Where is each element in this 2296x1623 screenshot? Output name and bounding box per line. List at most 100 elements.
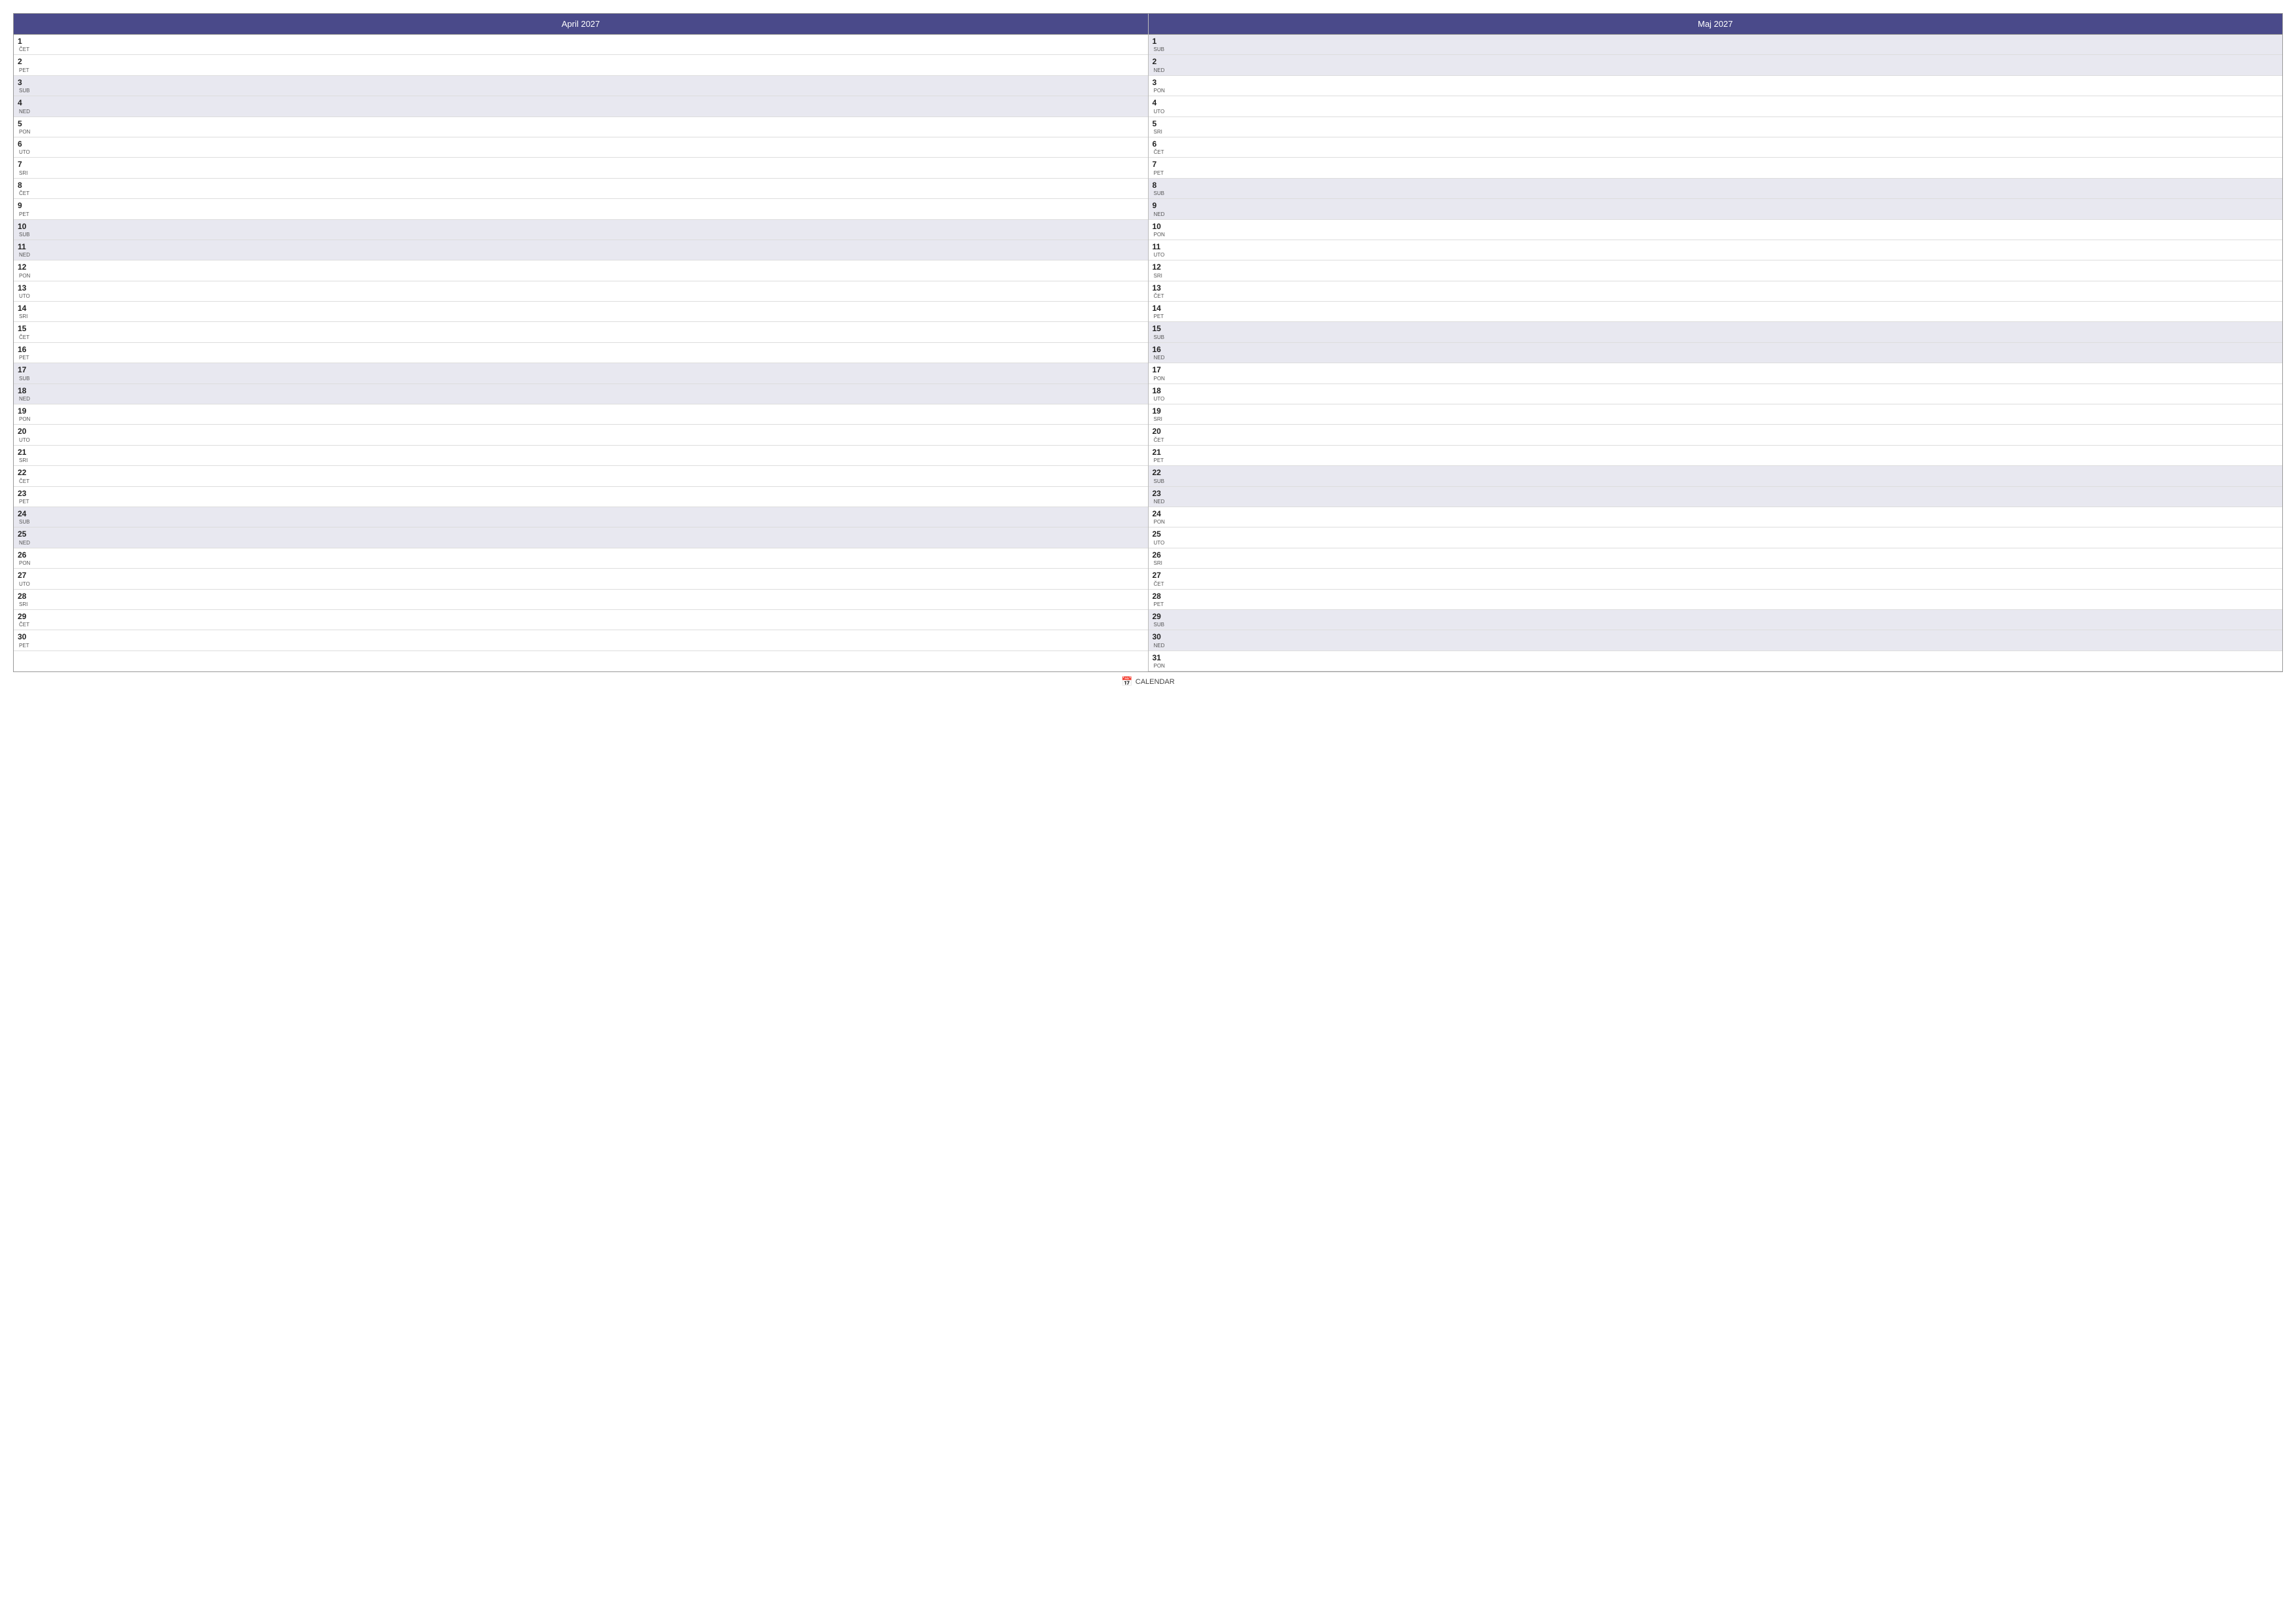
day-number: 5: [18, 119, 31, 128]
day-number: 3: [1153, 78, 1166, 87]
day-info: 28SRI: [18, 592, 31, 607]
day-name: PET: [19, 355, 31, 361]
day-number: 9: [1153, 201, 1166, 210]
day-row: 18UTO: [1149, 384, 2283, 404]
day-number: 16: [1153, 345, 1166, 354]
day-info: 29ČET: [18, 612, 31, 628]
day-name: UTO: [1154, 396, 1166, 402]
day-number: 14: [18, 304, 31, 313]
day-info: 20ČET: [1153, 427, 1166, 442]
day-name: PET: [1154, 457, 1166, 463]
day-name: ČET: [1154, 293, 1166, 299]
day-name: UTO: [19, 293, 31, 299]
day-info: 15SUB: [1153, 324, 1166, 340]
day-row: 2NED: [1149, 55, 2283, 75]
day-row: 1ČET: [14, 35, 1148, 55]
day-name: ČET: [1154, 437, 1166, 443]
day-number: 17: [1153, 365, 1166, 374]
day-number: 6: [1153, 139, 1166, 149]
day-row: 25UTO: [1149, 527, 2283, 548]
day-name: SRI: [1154, 129, 1166, 135]
day-number: 28: [1153, 592, 1166, 601]
month-col-may-2027: Maj 20271SUB2NED3PON4UTO5SRI6ČET7PET8SUB…: [1149, 14, 2283, 671]
day-info: 6UTO: [18, 139, 31, 155]
day-info: 27UTO: [18, 571, 31, 586]
day-number: 22: [18, 468, 31, 477]
day-number: 7: [18, 160, 31, 169]
day-row: 7PET: [1149, 158, 2283, 178]
day-info: 26PON: [18, 550, 31, 566]
day-number: 5: [1153, 119, 1166, 128]
day-number: 25: [18, 529, 31, 539]
day-number: 7: [1153, 160, 1166, 169]
page: April 20271ČET2PET3SUB4NED5PON6UTO7SRI8Č…: [0, 0, 2296, 1623]
day-name: UTO: [19, 437, 31, 443]
day-info: 27ČET: [1153, 571, 1166, 586]
day-name: SUB: [19, 88, 31, 94]
day-row: 28PET: [1149, 590, 2283, 610]
day-name: PON: [1154, 232, 1166, 238]
day-info: 30PET: [18, 632, 31, 648]
day-info: 19PON: [18, 406, 31, 422]
day-info: 11UTO: [1153, 242, 1166, 258]
day-number: 10: [18, 222, 31, 231]
day-number: 15: [18, 324, 31, 333]
day-name: ČET: [1154, 581, 1166, 587]
day-number: 31: [1153, 653, 1166, 662]
day-name: PON: [19, 273, 31, 279]
day-name: ČET: [19, 478, 31, 484]
day-info: 9PET: [18, 201, 31, 217]
day-number: 29: [18, 612, 31, 621]
day-name: PON: [1154, 88, 1166, 94]
day-row: 17PON: [1149, 363, 2283, 383]
day-row: 24SUB: [14, 507, 1148, 527]
month-header-april-2027: April 2027: [14, 14, 1148, 35]
day-name: UTO: [1154, 109, 1166, 115]
day-number: 8: [18, 181, 31, 190]
day-info: 11NED: [18, 242, 31, 258]
day-name: NED: [19, 396, 31, 402]
day-row: 16PET: [14, 343, 1148, 363]
day-info: 21SRI: [18, 448, 31, 463]
day-row: 4NED: [14, 96, 1148, 116]
day-name: SUB: [1154, 190, 1166, 196]
day-row: 18NED: [14, 384, 1148, 404]
day-name: SUB: [1154, 46, 1166, 52]
day-row: 1SUB: [1149, 35, 2283, 55]
month-header-may-2027: Maj 2027: [1149, 14, 2283, 35]
day-name: NED: [1154, 67, 1166, 73]
day-row: 26SRI: [1149, 548, 2283, 569]
day-info: 20UTO: [18, 427, 31, 442]
day-row: 14SRI: [14, 302, 1148, 322]
day-name: PON: [19, 416, 31, 422]
day-name: SUB: [19, 376, 31, 382]
day-info: 2PET: [18, 57, 31, 73]
day-number: 11: [1153, 242, 1166, 251]
day-number: 2: [18, 57, 31, 66]
day-number: 16: [18, 345, 31, 354]
day-name: PET: [19, 211, 31, 217]
day-number: 4: [18, 98, 31, 107]
day-number: 23: [1153, 489, 1166, 498]
day-number: 12: [1153, 262, 1166, 272]
day-row: 25NED: [14, 527, 1148, 548]
day-row: 10PON: [1149, 220, 2283, 240]
day-row: 23PET: [14, 487, 1148, 507]
day-info: 17PON: [1153, 365, 1166, 381]
day-row: 9PET: [14, 199, 1148, 219]
day-row: 12PON: [14, 260, 1148, 281]
day-number: 17: [18, 365, 31, 374]
day-number: 13: [1153, 283, 1166, 293]
day-info: 14PET: [1153, 304, 1166, 319]
day-name: UTO: [19, 149, 31, 155]
day-row: 27UTO: [14, 569, 1148, 589]
day-number: 6: [18, 139, 31, 149]
day-number: 23: [18, 489, 31, 498]
day-row: 17 SUB: [14, 363, 1148, 383]
footer-label: CALENDAR: [1136, 678, 1175, 686]
day-row: 3SUB: [14, 76, 1148, 96]
day-number: 26: [18, 550, 31, 560]
day-number: 30: [1153, 632, 1166, 641]
day-info: 26SRI: [1153, 550, 1166, 566]
day-info: 4UTO: [1153, 98, 1166, 114]
